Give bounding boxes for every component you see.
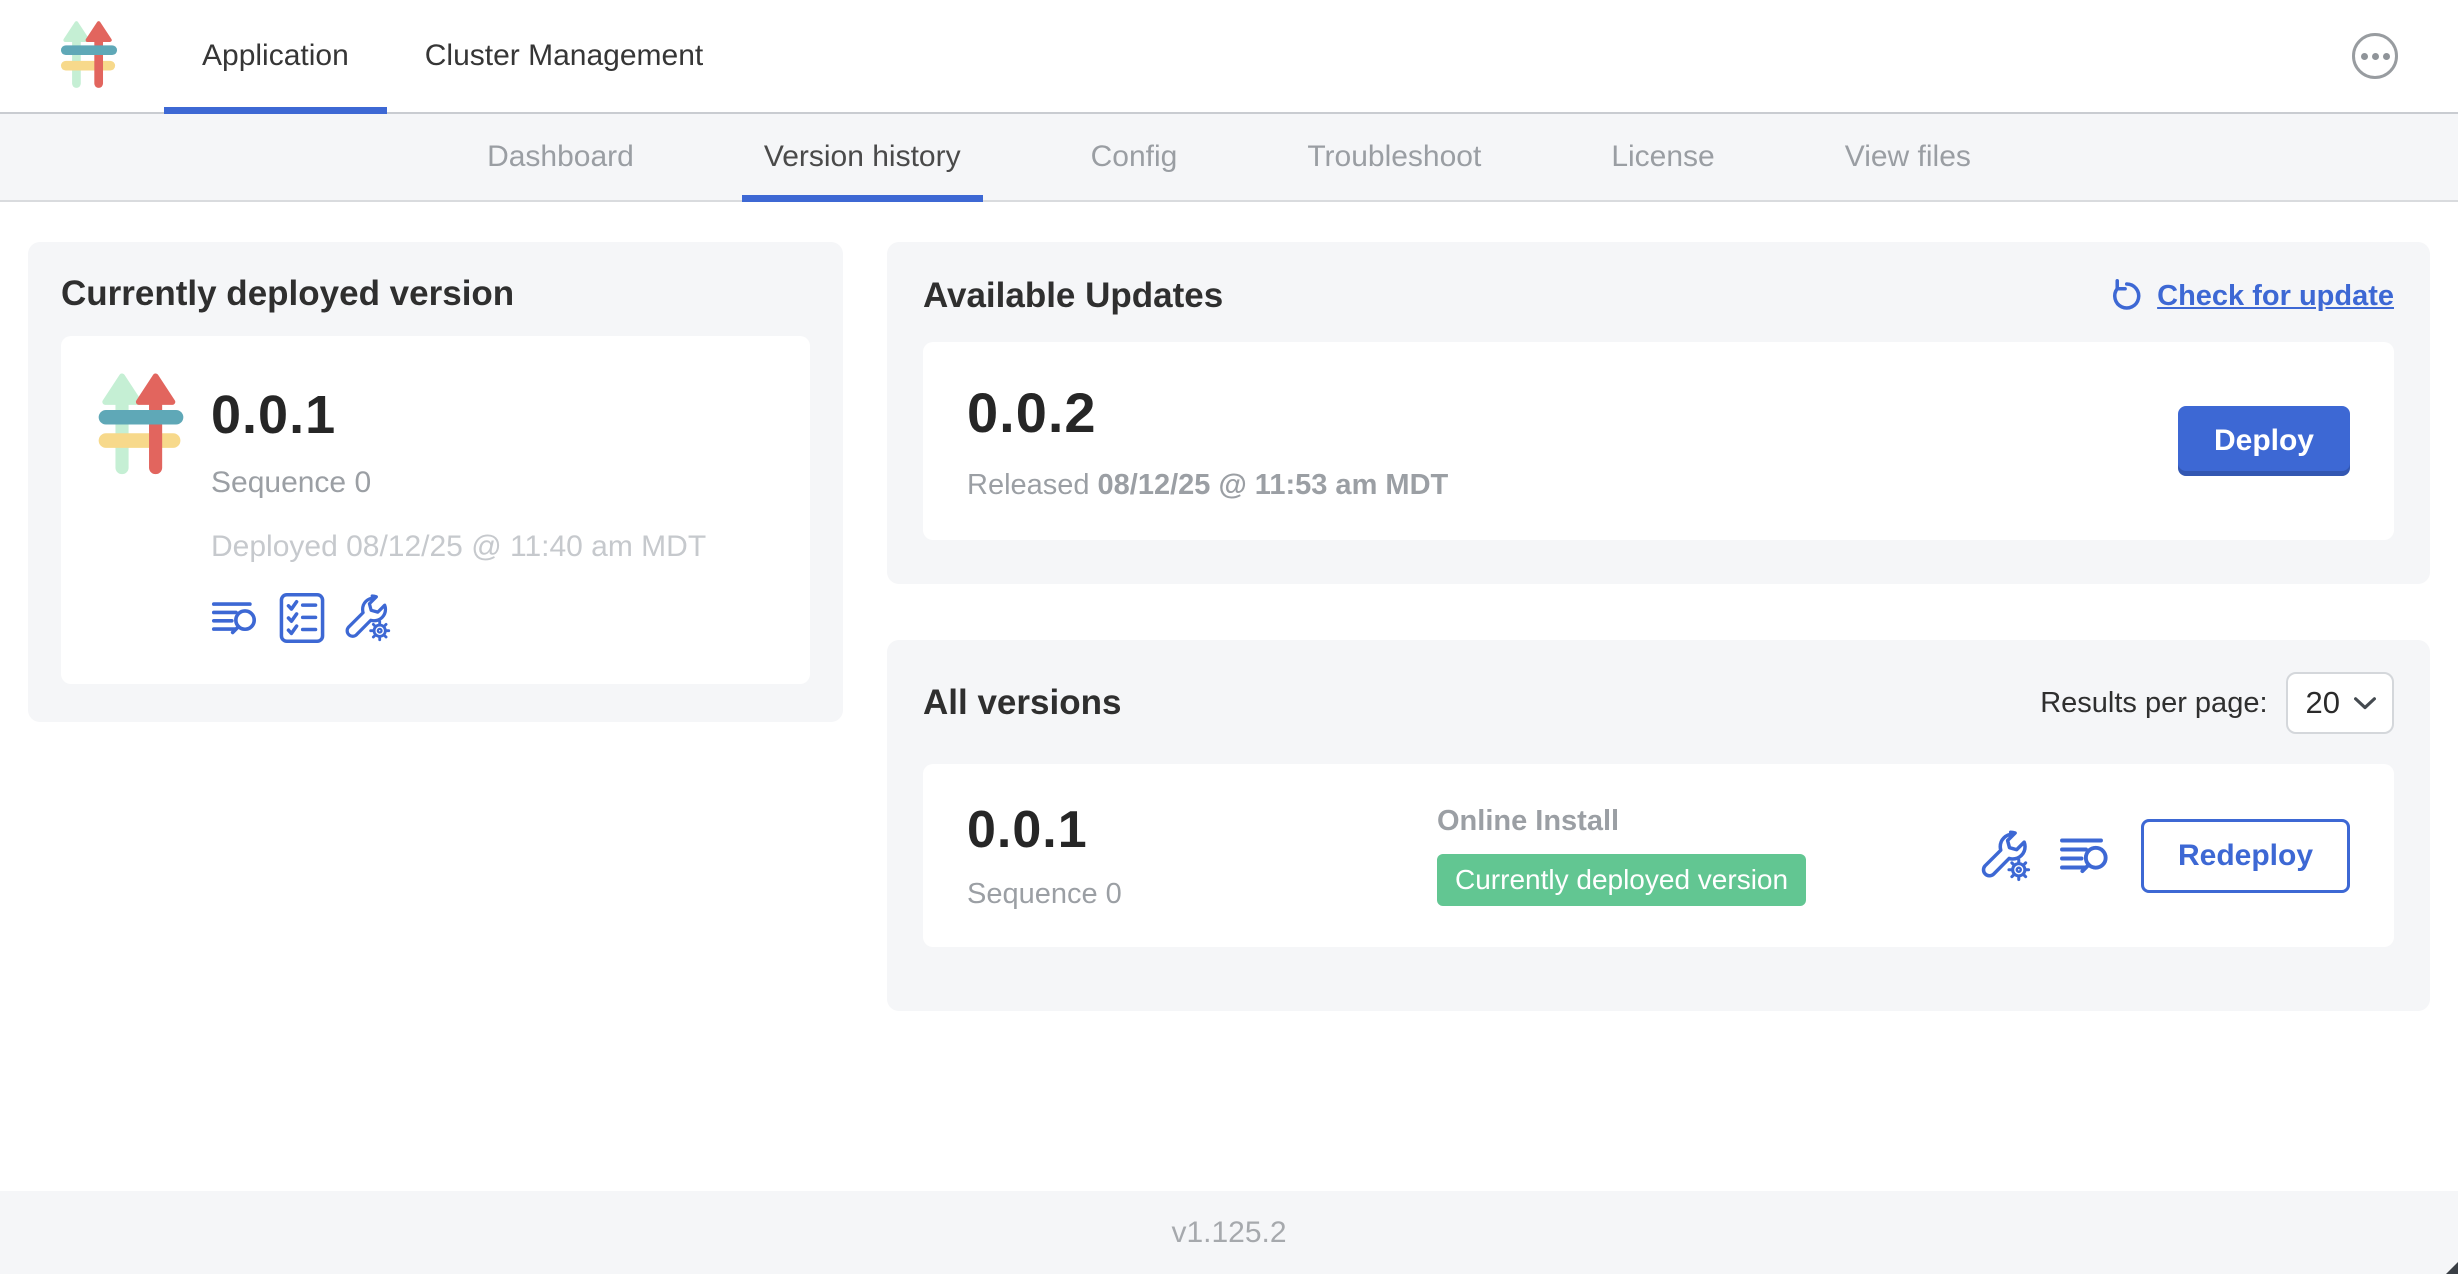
app-logo-icon <box>60 20 118 92</box>
refresh-icon <box>2107 277 2145 315</box>
currently-deployed-badge: Currently deployed version <box>1437 854 1806 906</box>
available-updates-title: Available Updates <box>923 276 1223 316</box>
deployed-version-number: 0.0.1 <box>211 384 706 446</box>
menu-dot <box>2383 53 2390 60</box>
all-versions-title: All versions <box>923 683 1121 723</box>
results-per-page-value: 20 <box>2306 685 2340 721</box>
edit-config-icon[interactable] <box>343 594 391 642</box>
version-row: 0.0.1 Sequence 0 Online Install Currentl… <box>923 764 2394 947</box>
check-for-update-link[interactable]: Check for update <box>2107 277 2394 315</box>
tab-application[interactable]: Application <box>164 0 387 112</box>
deployed-timestamp: Deployed 08/12/25 @ 11:40 am MDT <box>211 530 706 564</box>
menu-dot <box>2361 53 2368 60</box>
app-tabs: Application Cluster Management <box>164 0 741 112</box>
version-row-meta-column: Online Install Currently deployed versio… <box>1437 805 1979 906</box>
subnav-item-license[interactable]: License <box>1611 114 1714 200</box>
install-type: Online Install <box>1437 805 1979 838</box>
available-update-card: 0.0.2 Released08/12/25 @ 11:53 am MDT De… <box>923 342 2394 540</box>
subnav-item-view-files[interactable]: View files <box>1845 114 1971 200</box>
version-row-version-column: 0.0.1 Sequence 0 <box>967 800 1437 911</box>
currently-deployed-panel: Currently deployed version 0.0.1 Sequenc… <box>28 242 843 722</box>
currently-deployed-title: Currently deployed version <box>61 274 810 314</box>
deployed-version-details: 0.0.1 Sequence 0 Deployed 08/12/25 @ 11:… <box>211 372 706 644</box>
redeploy-button[interactable]: Redeploy <box>2141 819 2350 893</box>
available-updates-panel: Available Updates Check for update 0.0.2… <box>887 242 2430 584</box>
update-version-number: 0.0.2 <box>967 380 1448 445</box>
release-notes-icon[interactable] <box>211 597 261 639</box>
all-versions-panel: All versions Results per page: 20 0.0.1 … <box>887 640 2430 1011</box>
check-for-update-label: Check for update <box>2157 280 2394 313</box>
version-history-page: Currently deployed version 0.0.1 Sequenc… <box>0 202 2458 1191</box>
row-sequence: Sequence 0 <box>967 878 1437 911</box>
deploy-button[interactable]: Deploy <box>2178 406 2350 476</box>
preflight-checks-icon[interactable] <box>279 592 325 644</box>
deployed-version-card: 0.0.1 Sequence 0 Deployed 08/12/25 @ 11:… <box>61 336 810 684</box>
results-per-page-label: Results per page: <box>2040 687 2267 720</box>
console-version: v1.125.2 <box>1171 1216 1286 1250</box>
results-per-page-select[interactable]: 20 <box>2286 672 2394 734</box>
version-row-actions: Redeploy <box>1979 819 2350 893</box>
deployed-sequence: Sequence 0 <box>211 466 706 500</box>
tab-cluster-management[interactable]: Cluster Management <box>387 0 741 112</box>
released-date: 08/12/25 @ 11:53 am MDT <box>1098 469 1449 501</box>
deployed-actions <box>211 592 706 644</box>
app-logo-icon <box>97 372 185 480</box>
app-header: Application Cluster Management <box>0 0 2458 114</box>
subnav-item-dashboard[interactable]: Dashboard <box>487 114 634 200</box>
ellipsis-menu-icon[interactable] <box>2352 33 2398 79</box>
subnav-item-version-history[interactable]: Version history <box>764 114 961 200</box>
app-footer: v1.125.2 <box>0 1191 2458 1274</box>
row-version-number: 0.0.1 <box>967 800 1437 860</box>
right-column: Available Updates Check for update 0.0.2… <box>887 242 2430 1011</box>
tab-application-label: Application <box>202 39 349 73</box>
app-subnav: Dashboard Version history Config Trouble… <box>0 114 2458 202</box>
released-prefix: Released <box>967 469 1090 501</box>
tab-cluster-management-label: Cluster Management <box>425 39 703 73</box>
results-per-page: Results per page: 20 <box>2040 672 2394 734</box>
subnav-item-troubleshoot[interactable]: Troubleshoot <box>1307 114 1481 200</box>
update-released-timestamp: Released08/12/25 @ 11:53 am MDT <box>967 469 1448 502</box>
arrows-logo-icon <box>60 20 118 92</box>
view-diff-icon[interactable] <box>2059 833 2113 878</box>
subnav-item-config[interactable]: Config <box>1091 114 1178 200</box>
window-resize-corner <box>2446 1262 2458 1274</box>
update-details: 0.0.2 Released08/12/25 @ 11:53 am MDT <box>967 380 1448 502</box>
chevron-down-icon <box>2354 697 2376 710</box>
edit-config-icon[interactable] <box>1979 830 2031 882</box>
menu-dot <box>2372 53 2379 60</box>
